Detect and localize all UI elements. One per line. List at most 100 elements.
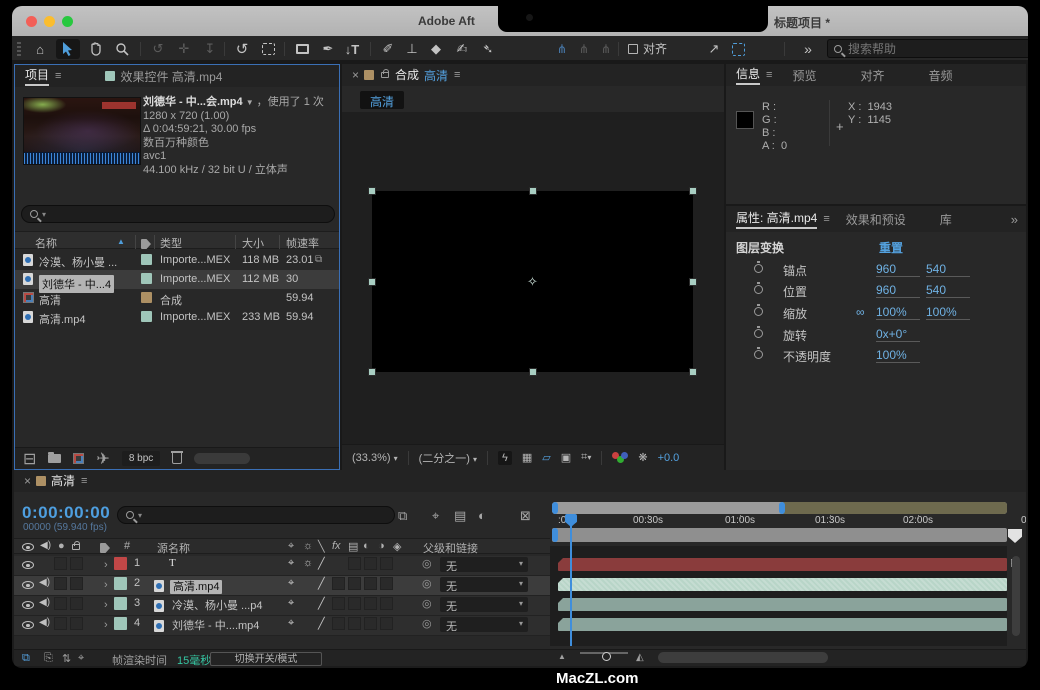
shy-switch-icon[interactable]: ⌖	[288, 540, 294, 553]
layer-name[interactable]: 冷漠、杨小曼 ...p4	[172, 597, 262, 613]
pickwhip-icon[interactable]: ◎	[422, 557, 432, 570]
footage-name[interactable]: 刘德华 - 中...会.mp4	[143, 96, 243, 108]
label-color-chip[interactable]	[141, 254, 152, 265]
panel-menu-icon[interactable]: ≡	[766, 69, 772, 81]
property-label[interactable]: 位置	[783, 283, 807, 300]
rotate-tool[interactable]: ↺	[232, 39, 252, 59]
property-value-x[interactable]: 0x+0°	[876, 327, 920, 342]
work-area-bar[interactable]	[552, 528, 1007, 542]
stopwatch-icon[interactable]	[754, 350, 763, 359]
expander-icon[interactable]: ›	[104, 559, 108, 571]
property-value-x[interactable]: 960	[876, 283, 920, 298]
layer-name[interactable]: 刘德华 - 中....mp4	[172, 617, 259, 633]
mask-visibility-icon[interactable]: ▱	[542, 451, 550, 464]
orbit-camera-tool[interactable]: ↺	[148, 39, 168, 59]
tab-align[interactable]: 对齐	[860, 67, 884, 84]
motion-blur-icon[interactable]: ◐	[478, 508, 486, 523]
quality-icon[interactable]: ╱	[318, 557, 325, 570]
comp-marker-bin[interactable]	[1008, 529, 1022, 543]
layer-color-chip[interactable]	[114, 557, 127, 570]
magnification-dropdown[interactable]: (33.3%) ▾	[352, 452, 398, 464]
pan-camera-tool[interactable]: ✛	[174, 39, 194, 59]
roto-brush-tool[interactable]: ✍	[452, 39, 472, 59]
switch-box[interactable]	[54, 597, 67, 610]
handle-bottom-right[interactable]	[689, 368, 697, 376]
stopwatch-icon[interactable]	[754, 329, 763, 338]
dolly-camera-tool[interactable]: ↧	[200, 39, 220, 59]
frame-blend-toggle-icon[interactable]: ⎘	[44, 652, 53, 665]
selection-brackets-icon[interactable]	[728, 39, 748, 59]
hand-tool[interactable]	[86, 39, 106, 59]
reset-link[interactable]: 重置	[879, 239, 903, 256]
switch-box[interactable]	[364, 617, 377, 630]
property-value-y[interactable]: 540	[926, 283, 970, 298]
item-name[interactable]: 冷漠、杨小曼 ...	[39, 254, 117, 270]
region-of-interest-icon[interactable]: ▣	[561, 451, 571, 464]
new-folder-icon[interactable]	[48, 454, 61, 463]
handle-top-left[interactable]	[368, 187, 376, 195]
quality-icon[interactable]: ╱	[318, 577, 325, 590]
toolbar-grip[interactable]	[17, 42, 21, 57]
world-axis-mode-icon[interactable]: ⋔	[574, 39, 594, 59]
label-color-chip[interactable]	[141, 311, 152, 322]
stopwatch-icon[interactable]	[754, 285, 763, 294]
frame-blend-icon[interactable]: ▤	[454, 508, 466, 524]
close-window-button[interactable]	[26, 16, 37, 27]
layer-bar[interactable]	[558, 598, 1007, 611]
quality-switch-icon[interactable]: ╲	[318, 540, 325, 553]
tab-library[interactable]: 库	[940, 211, 952, 228]
tab-effects-presets[interactable]: 效果和预设	[846, 211, 906, 228]
handle-mid-left[interactable]	[368, 278, 376, 286]
tab-properties[interactable]: 属性: 高清.mp4	[736, 209, 817, 229]
graph-editor-icon[interactable]: ⊠	[520, 508, 531, 524]
zoom-about-icon[interactable]: ↗	[704, 39, 724, 59]
toggle-switches-button[interactable]: 切换开关/模式	[210, 652, 322, 666]
navigator-start-handle[interactable]	[552, 502, 558, 514]
switch-box[interactable]	[380, 557, 393, 570]
time-navigator[interactable]	[552, 502, 1007, 514]
layer-row[interactable]: › 1 T ⌖ ☼ ╱ ◎ 无▾	[14, 556, 550, 576]
selection-tool[interactable]	[56, 39, 80, 59]
toolbar-overflow-button[interactable]: »	[798, 39, 818, 59]
zoom-out-icon[interactable]: ▲	[558, 652, 566, 661]
handle-bottom-center[interactable]	[529, 368, 537, 376]
property-label[interactable]: 缩放	[783, 305, 807, 322]
project-row[interactable]: 高清.mp4 Importe...MEX 233 MB 59.94	[15, 308, 339, 327]
motion-blur-switch-icon[interactable]: ◐	[363, 540, 370, 552]
titlebar[interactable]: Adobe Aft 标题项目 *	[12, 6, 1028, 36]
local-axis-mode-icon[interactable]: ⋔	[552, 39, 572, 59]
home-icon[interactable]: ⌂	[30, 39, 50, 59]
parent-dropdown[interactable]: 无▾	[440, 577, 528, 592]
parent-dropdown[interactable]: 无▾	[440, 597, 528, 612]
quality-icon[interactable]: ╱	[318, 597, 325, 610]
stamp-tool[interactable]: ⊥	[402, 39, 422, 59]
lock-icon[interactable]	[381, 72, 389, 78]
expand-panes-icon[interactable]: ⧉	[22, 652, 30, 665]
current-timecode[interactable]: 0:00:00:00	[22, 503, 110, 523]
expander-icon[interactable]: ›	[104, 619, 108, 631]
switch-box[interactable]	[70, 597, 83, 610]
layer-color-chip[interactable]	[114, 577, 127, 590]
exposure-reset-icon[interactable]: ❋	[638, 451, 647, 464]
view-axis-mode-icon[interactable]: ⋔	[596, 39, 616, 59]
layer-bar[interactable]	[558, 618, 1007, 631]
handle-mid-right[interactable]	[689, 278, 697, 286]
property-value-x[interactable]: 100%	[876, 348, 920, 363]
brush-tool[interactable]: ✐	[378, 39, 398, 59]
vertical-scrollbar[interactable]	[1012, 556, 1020, 636]
snap-toggle[interactable]: 对齐	[628, 40, 667, 57]
source-name-column[interactable]: 源名称	[157, 540, 190, 556]
anchor-point-icon[interactable]: ✧	[527, 274, 538, 290]
handle-bottom-left[interactable]	[368, 368, 376, 376]
zoom-in-icon[interactable]: ◭	[636, 652, 644, 663]
motion-blur-toggle-icon[interactable]: ⇅	[62, 652, 71, 665]
quality-icon[interactable]: ╱	[318, 617, 325, 630]
collapse-switch-icon[interactable]: ☼	[303, 540, 313, 552]
property-label[interactable]: 不透明度	[783, 348, 831, 365]
resolution-dropdown[interactable]: (二分之一) ▾	[419, 450, 477, 466]
switch-box[interactable]	[332, 577, 345, 590]
project-table-header[interactable]: 名称 ▲ 类型 大小 帧速率	[15, 231, 339, 249]
switch-box[interactable]	[380, 617, 393, 630]
project-row-selected[interactable]: 刘德华 - 中...4 Importe...MEX 112 MB 30	[15, 270, 339, 289]
horizontal-scrollbar[interactable]	[194, 453, 250, 464]
